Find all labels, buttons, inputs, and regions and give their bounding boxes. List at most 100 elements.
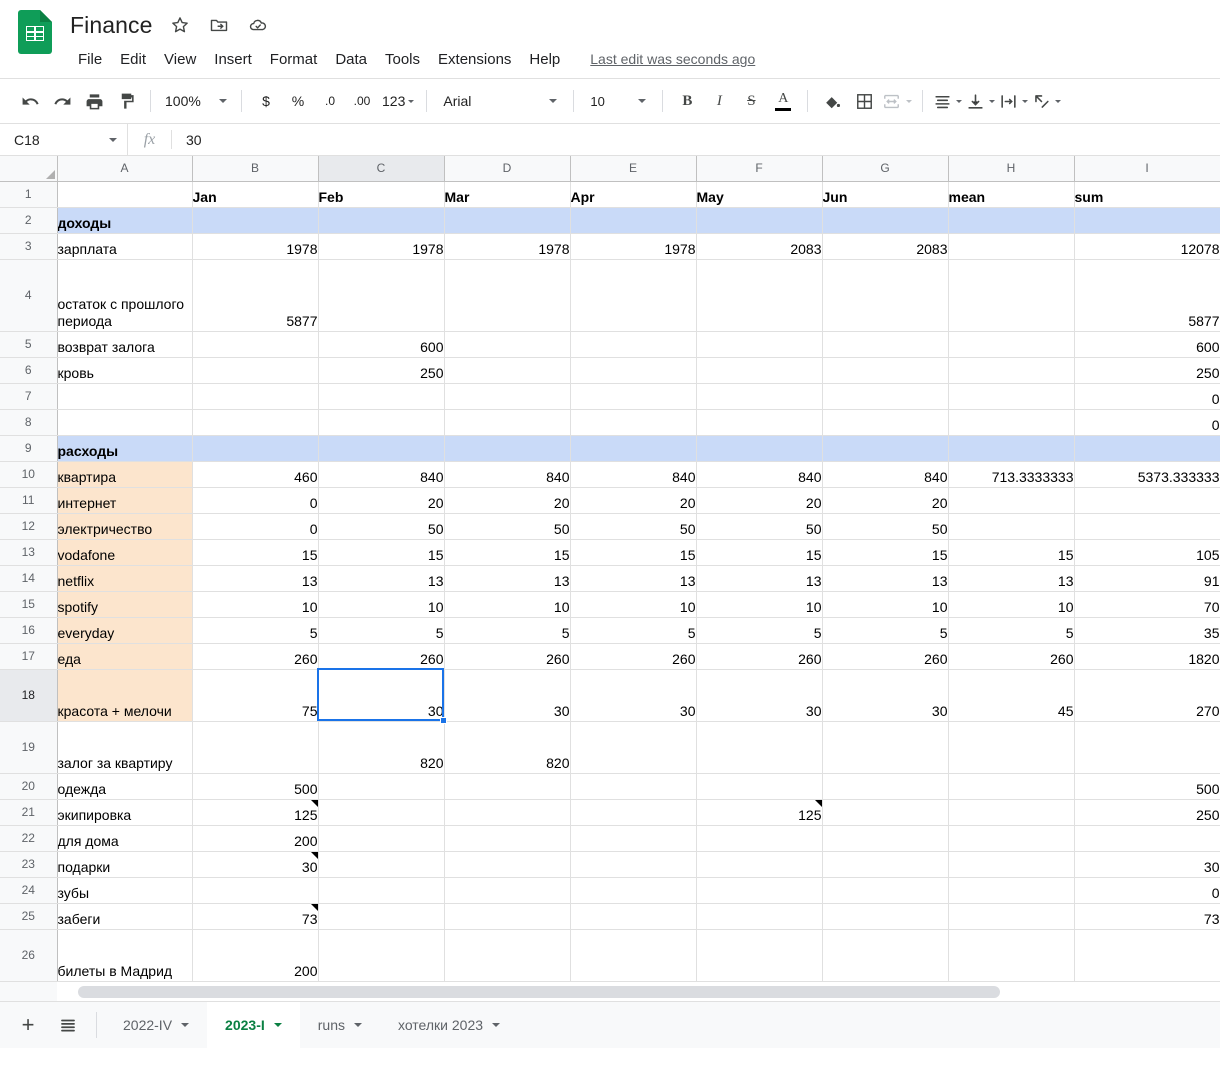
cell-I9[interactable] [1074,435,1220,462]
cell-E18[interactable]: 30 [570,669,697,722]
cell-I1[interactable]: sum [1074,181,1220,208]
cell-D14[interactable]: 13 [444,565,571,592]
cell-A11[interactable]: интернет [57,487,193,514]
cell-D22[interactable] [444,825,571,852]
cell-F24[interactable] [696,877,823,904]
cell-A7[interactable] [57,383,193,410]
cell-B6[interactable] [192,357,319,384]
cell-I24[interactable]: 0 [1074,877,1220,904]
row-header-12[interactable]: 12 [0,513,58,540]
cell-E13[interactable]: 15 [570,539,697,566]
cell-B22[interactable]: 200 [192,825,319,852]
cell-B23[interactable]: 30 [192,851,319,878]
cell-D12[interactable]: 50 [444,513,571,540]
menu-edit[interactable]: Edit [112,48,154,71]
row-header-7[interactable]: 7 [0,383,58,410]
column-header-g[interactable]: G [822,156,949,182]
currency-format-button[interactable]: $ [250,85,282,117]
cell-I14[interactable]: 91 [1074,565,1220,592]
cell-H19[interactable] [948,721,1075,774]
text-rotation-icon[interactable] [1030,85,1063,117]
last-edit-status[interactable]: Last edit was seconds ago [590,51,755,67]
cell-G25[interactable] [822,903,949,930]
cell-F8[interactable] [696,409,823,436]
cell-B11[interactable]: 0 [192,487,319,514]
column-header-e[interactable]: E [570,156,697,182]
cell-H10[interactable]: 713.3333333 [948,461,1075,488]
sheet-tab-runs[interactable]: runs [300,1002,380,1048]
cell-I17[interactable]: 1820 [1074,643,1220,670]
cell-I10[interactable]: 5373.333333 [1074,461,1220,488]
chevron-down-icon[interactable] [273,1023,282,1027]
cell-E4[interactable] [570,259,697,332]
cell-D5[interactable] [444,331,571,358]
cell-G9[interactable] [822,435,949,462]
fill-color-icon[interactable] [816,85,848,117]
cell-F2[interactable] [696,207,823,234]
cell-A16[interactable]: everyday [57,617,193,644]
cell-F1[interactable]: May [696,181,823,208]
cell-A13[interactable]: vodafone [57,539,193,566]
cell-E26[interactable] [570,929,697,982]
cell-E12[interactable]: 50 [570,513,697,540]
cell-E24[interactable] [570,877,697,904]
cell-F13[interactable]: 15 [696,539,823,566]
column-header-c[interactable]: C [318,156,445,182]
sheet-tab-2022-iv[interactable]: 2022-IV [105,1002,207,1048]
cell-H2[interactable] [948,207,1075,234]
cell-C10[interactable]: 840 [318,461,445,488]
cell-A10[interactable]: квартира [57,461,193,488]
column-header-h[interactable]: H [948,156,1075,182]
cell-C12[interactable]: 50 [318,513,445,540]
column-header-i[interactable]: I [1074,156,1220,182]
cell-E10[interactable]: 840 [570,461,697,488]
cell-F18[interactable]: 30 [696,669,823,722]
vertical-align-icon[interactable] [964,85,997,117]
cell-I6[interactable]: 250 [1074,357,1220,384]
cell-C4[interactable] [318,259,445,332]
cell-D16[interactable]: 5 [444,617,571,644]
chevron-down-icon[interactable] [181,1023,190,1027]
cell-B5[interactable] [192,331,319,358]
cell-B20[interactable]: 500 [192,773,319,800]
cell-I3[interactable]: 12078 [1074,233,1220,260]
cell-B4[interactable]: 5877 [192,259,319,332]
cell-I7[interactable]: 0 [1074,383,1220,410]
cell-G7[interactable] [822,383,949,410]
menu-help[interactable]: Help [521,48,568,71]
cell-G8[interactable] [822,409,949,436]
cell-B10[interactable]: 460 [192,461,319,488]
cell-I15[interactable]: 70 [1074,591,1220,618]
redo-icon[interactable] [46,85,78,117]
row-header-16[interactable]: 16 [0,617,58,644]
row-header-1[interactable]: 1 [0,181,58,208]
row-header-19[interactable]: 19 [0,721,58,774]
cell-F14[interactable]: 13 [696,565,823,592]
cell-I8[interactable]: 0 [1074,409,1220,436]
menu-data[interactable]: Data [327,48,375,71]
row-header-26[interactable]: 26 [0,929,58,982]
cell-I20[interactable]: 500 [1074,773,1220,800]
cell-G6[interactable] [822,357,949,384]
cell-D3[interactable]: 1978 [444,233,571,260]
cell-B8[interactable] [192,409,319,436]
cell-F5[interactable] [696,331,823,358]
cell-A8[interactable] [57,409,193,436]
horizontal-align-icon[interactable] [931,85,964,117]
cell-I5[interactable]: 600 [1074,331,1220,358]
cell-A24[interactable]: зубы [57,877,193,904]
cell-G22[interactable] [822,825,949,852]
cell-E11[interactable]: 20 [570,487,697,514]
cell-G19[interactable] [822,721,949,774]
cell-D10[interactable]: 840 [444,461,571,488]
cell-B26[interactable]: 200 [192,929,319,982]
cell-H5[interactable] [948,331,1075,358]
cell-E3[interactable]: 1978 [570,233,697,260]
row-header-2[interactable]: 2 [0,207,58,234]
cell-B15[interactable]: 10 [192,591,319,618]
cell-E25[interactable] [570,903,697,930]
cell-F15[interactable]: 10 [696,591,823,618]
cell-C17[interactable]: 260 [318,643,445,670]
cell-F23[interactable] [696,851,823,878]
cell-G2[interactable] [822,207,949,234]
